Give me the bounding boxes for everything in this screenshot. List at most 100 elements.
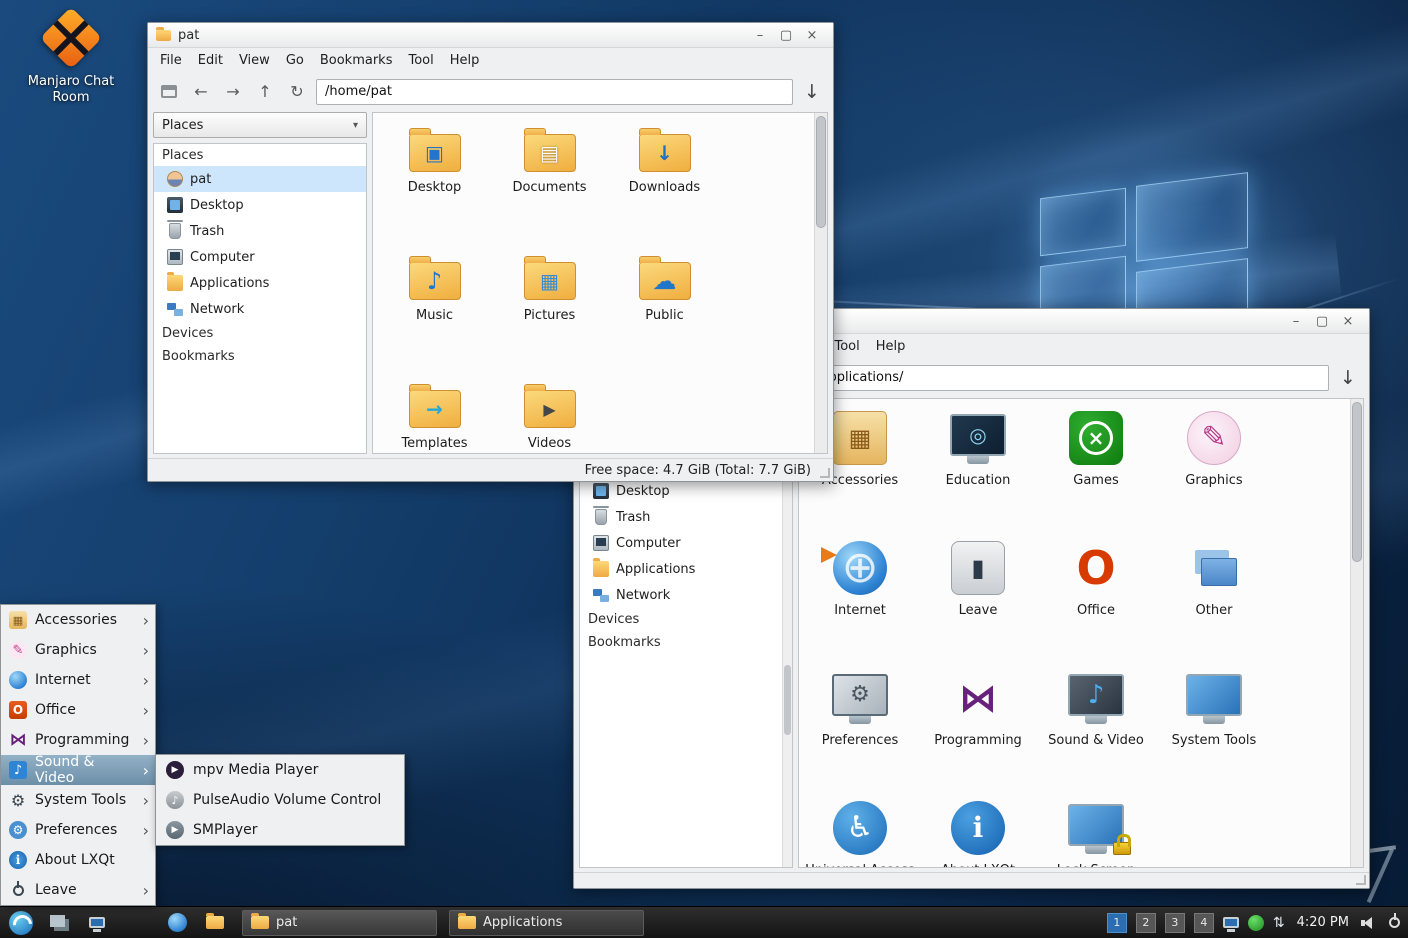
submenu-item-pulseaudio[interactable]: ♪ PulseAudio Volume Control (156, 785, 404, 815)
scrollbar[interactable] (814, 113, 827, 453)
place-trash[interactable]: Trash (154, 218, 366, 244)
folder-desktop[interactable]: ▣ Desktop (377, 119, 492, 247)
place-trash[interactable]: Trash (580, 504, 792, 530)
scrollbar-thumb[interactable] (1352, 402, 1362, 562)
app-system-tools[interactable]: System Tools (1155, 663, 1273, 793)
minimize-button[interactable]: – (1283, 314, 1309, 329)
task-button-applications[interactable]: Applications (449, 909, 644, 936)
go-button[interactable]: ↓ (799, 79, 825, 105)
place-desktop[interactable]: Desktop (154, 192, 366, 218)
menu-item-leave[interactable]: Leave › (1, 875, 155, 905)
app-games[interactable]: × Games (1037, 403, 1155, 533)
places-section-devices[interactable]: Devices (154, 322, 366, 345)
menu-file[interactable]: File (152, 50, 190, 71)
places-section-devices[interactable]: Devices (580, 608, 792, 631)
clock[interactable]: 4:20 PM (1297, 915, 1349, 930)
place-pat[interactable]: pat (154, 166, 366, 192)
app-other[interactable]: Other (1155, 533, 1273, 663)
status-green-icon[interactable] (1247, 914, 1264, 931)
menu-item-system-tools[interactable]: ⚙ System Tools › (1, 785, 155, 815)
menu-item-about-lxqt[interactable]: i About LXQt (1, 845, 155, 875)
place-network[interactable]: Network (154, 296, 366, 322)
show-desktop-button[interactable] (44, 908, 74, 938)
menu-item-graphics[interactable]: ✎ Graphics › (1, 635, 155, 665)
resize-grip[interactable] (1356, 875, 1366, 885)
submenu-item-mpv[interactable]: ▶ mpv Media Player (156, 755, 404, 785)
titlebar[interactable]: pat – ▢ × (148, 23, 833, 48)
place-computer[interactable]: Computer (154, 244, 366, 270)
app-about-lxqt[interactable]: i About LXQt (919, 793, 1037, 867)
forward-button[interactable]: → (220, 79, 246, 105)
app-universal-access[interactable]: ♿ Universal Access (801, 793, 919, 867)
app-preferences[interactable]: ⚙ Preferences (801, 663, 919, 793)
workspace-1[interactable]: 1 (1106, 912, 1127, 933)
folder-music[interactable]: ♪ Music (377, 247, 492, 375)
scrollbar-thumb[interactable] (816, 116, 826, 228)
place-computer[interactable]: Computer (580, 530, 792, 556)
new-window-button[interactable] (156, 79, 182, 105)
sidebar-scrollbar[interactable] (782, 430, 792, 867)
menu-help[interactable]: Help (442, 50, 488, 71)
volume-icon[interactable] (1361, 916, 1376, 929)
app-leave[interactable]: ▮ Leave (919, 533, 1037, 663)
app-sound-video[interactable]: ♪ Sound & Video (1037, 663, 1155, 793)
folder-pictures[interactable]: ▦ Pictures (492, 247, 607, 375)
scrollbar[interactable] (1350, 399, 1363, 867)
menu-tool[interactable]: Tool (400, 50, 441, 71)
start-menu-button[interactable] (6, 908, 36, 938)
menu-item-programming[interactable]: ⋈ Programming › (1, 725, 155, 755)
menu-item-sound-video[interactable]: ♪ Sound & Video › (1, 754, 155, 786)
places-section-bookmarks[interactable]: Bookmarks (580, 631, 792, 654)
app-internet[interactable]: ⊕ Internet (801, 533, 919, 663)
menu-item-preferences[interactable]: ⚙ Preferences › (1, 815, 155, 845)
app-lock-screen[interactable]: Lock Screen (1037, 793, 1155, 867)
folder-documents[interactable]: ▤ Documents (492, 119, 607, 247)
menu-edit[interactable]: Edit (190, 50, 231, 71)
folder-templates[interactable]: → Templates (377, 375, 492, 453)
menu-bookmarks[interactable]: Bookmarks (312, 50, 401, 71)
close-button[interactable]: × (1335, 314, 1361, 329)
menu-help[interactable]: Help (868, 336, 914, 357)
refresh-button[interactable]: ↻ (284, 79, 310, 105)
workspace-4[interactable]: 4 (1193, 912, 1214, 933)
close-button[interactable]: × (799, 28, 825, 43)
folder-downloads[interactable]: ↓ Downloads (607, 119, 722, 247)
menu-view[interactable]: View (231, 50, 278, 71)
programming-category-icon: ⋈ (959, 676, 997, 720)
file-manager-launcher[interactable] (200, 908, 230, 938)
app-programming[interactable]: ⋈ Programming (919, 663, 1037, 793)
places-section-bookmarks[interactable]: Bookmarks (154, 345, 366, 368)
menu-item-internet[interactable]: Internet › (1, 665, 155, 695)
back-button[interactable]: ← (188, 79, 214, 105)
go-button[interactable]: ↓ (1335, 365, 1361, 391)
workspace-3[interactable]: 3 (1164, 912, 1185, 933)
browser-launcher[interactable] (162, 908, 192, 938)
display-settings-launcher[interactable] (82, 908, 112, 938)
task-button-pat[interactable]: pat (242, 909, 437, 936)
place-network[interactable]: Network (580, 582, 792, 608)
folder-videos[interactable]: ▶ Videos (492, 375, 607, 453)
place-applications[interactable]: Applications (580, 556, 792, 582)
minimize-button[interactable]: – (747, 28, 773, 43)
workspace-2[interactable]: 2 (1135, 912, 1156, 933)
app-graphics[interactable]: ✎ Graphics (1155, 403, 1273, 533)
places-combo[interactable]: Places ▾ (153, 112, 367, 138)
place-applications[interactable]: Applications (154, 270, 366, 296)
power-icon[interactable] (1389, 917, 1400, 928)
scrollbar-thumb[interactable] (784, 665, 791, 735)
maximize-button[interactable]: ▢ (773, 28, 799, 43)
up-button[interactable]: ↑ (252, 79, 278, 105)
submenu-item-smplayer[interactable]: ▶ SMPlayer (156, 815, 404, 845)
maximize-button[interactable]: ▢ (1309, 314, 1335, 329)
path-input[interactable] (316, 78, 793, 105)
menu-go[interactable]: Go (278, 50, 312, 71)
folder-public[interactable]: ☁ Public (607, 247, 722, 375)
menu-item-office[interactable]: O Office › (1, 695, 155, 725)
network-transfer-icon[interactable]: ⇅ (1273, 915, 1285, 931)
app-education[interactable]: ◎ Education (919, 403, 1037, 533)
resize-grip[interactable] (820, 468, 830, 478)
app-office[interactable]: O Office (1037, 533, 1155, 663)
desktop-shortcut-manjaro-chat-room[interactable]: Manjaro Chat Room (18, 6, 124, 107)
display-tray-icon[interactable] (1222, 917, 1239, 928)
menu-item-accessories[interactable]: ▦ Accessories › (1, 605, 155, 635)
